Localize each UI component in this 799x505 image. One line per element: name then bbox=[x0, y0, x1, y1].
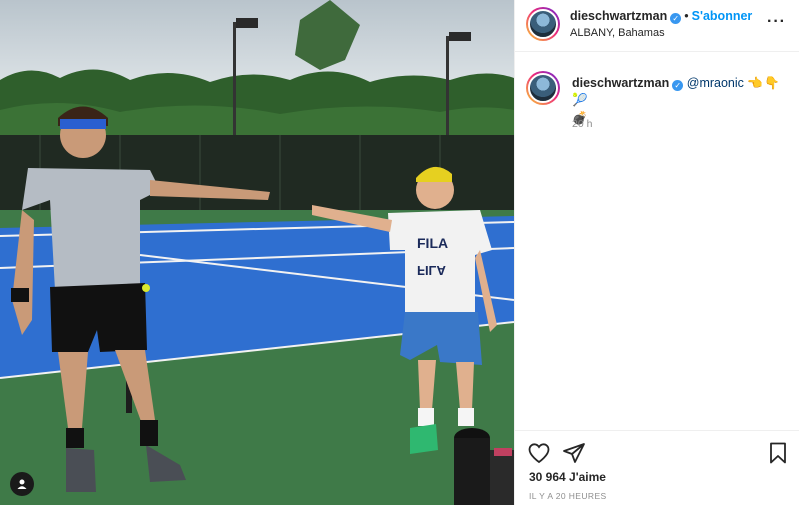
paper-plane-icon[interactable] bbox=[562, 441, 586, 465]
caption-timestamp[interactable]: 20 h bbox=[572, 118, 592, 130]
post-timestamp[interactable]: IL Y A 20 HEURES bbox=[529, 491, 607, 501]
mention-link[interactable]: @mraonic bbox=[687, 76, 744, 90]
action-bar: 30 964 J'aime IL Y A 20 HEURES bbox=[515, 430, 799, 505]
tennis-court-scene: FILA FILA bbox=[0, 0, 514, 505]
avatar[interactable] bbox=[526, 7, 560, 41]
tagged-users-button[interactable] bbox=[10, 472, 34, 496]
bookmark-icon[interactable] bbox=[766, 441, 790, 465]
post-sidebar: dieschwartzman ✓ • S'abonner ALBANY, Bahama… bbox=[514, 0, 799, 505]
user-icon bbox=[17, 479, 27, 489]
more-options-icon[interactable]: ··· bbox=[767, 13, 786, 31]
svg-text:FILA: FILA bbox=[417, 263, 446, 278]
caption-username[interactable]: dieschwartzman bbox=[572, 76, 669, 90]
verified-badge-icon: ✓ bbox=[670, 13, 682, 24]
header-username[interactable]: dieschwartzman bbox=[570, 9, 667, 23]
follow-button[interactable]: S'abonner bbox=[692, 9, 753, 23]
heart-icon[interactable] bbox=[527, 441, 551, 465]
location-link[interactable]: ALBANY, Bahamas bbox=[570, 27, 665, 39]
caption-avatar[interactable] bbox=[526, 71, 560, 105]
caption-emoji-line2: 💣 bbox=[572, 111, 588, 125]
post-header: dieschwartzman ✓ • S'abonner ALBANY, Bahama… bbox=[515, 0, 799, 52]
header-user-line: dieschwartzman ✓ • S'abonner bbox=[570, 9, 752, 24]
caption: dieschwartzman ✓ @mraonic 👈👇🎾 💣 bbox=[572, 75, 787, 127]
post-photo[interactable]: FILA FILA bbox=[0, 0, 514, 505]
svg-text:FILA: FILA bbox=[417, 235, 448, 251]
likes-count[interactable]: 30 964 J'aime bbox=[529, 470, 606, 484]
verified-badge-icon: ✓ bbox=[672, 80, 684, 91]
separator-dot: • bbox=[684, 9, 689, 23]
